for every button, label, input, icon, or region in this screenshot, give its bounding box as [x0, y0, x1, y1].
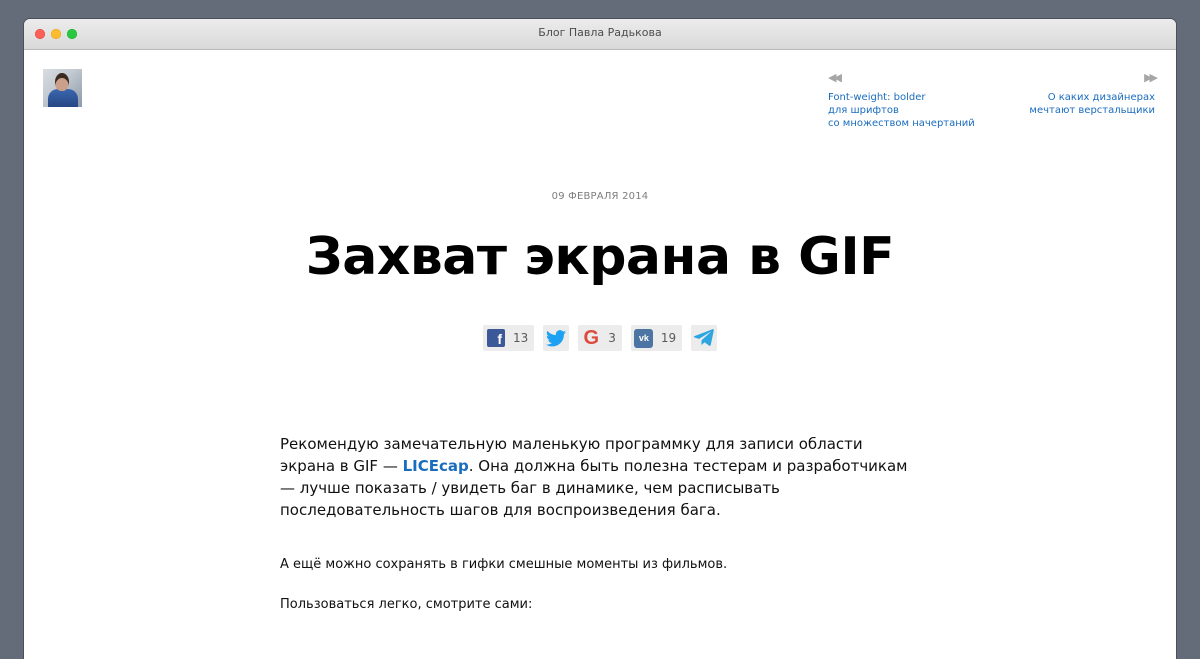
- google-share-count: 3: [608, 331, 616, 345]
- avatar-head: [55, 73, 69, 91]
- vk-icon: vk: [631, 325, 657, 351]
- telegram-share-button[interactable]: [691, 325, 718, 351]
- window-title: Блог Павла Радькова: [538, 26, 662, 39]
- google-share-button[interactable]: G 3: [578, 325, 622, 351]
- licecap-link[interactable]: LICEcap: [403, 457, 469, 475]
- next-post-link[interactable]: О каких дизайнерах мечтают верстальщики: [1029, 91, 1155, 117]
- post-date: 09 ФЕВРАЛЯ 2014: [551, 191, 649, 202]
- author-avatar[interactable]: [43, 69, 82, 107]
- next-post-line-1: О каких дизайнерах: [1047, 92, 1155, 103]
- facebook-icon: f: [483, 325, 509, 351]
- fast-forward-icon[interactable]: ▶▶: [1029, 69, 1158, 91]
- post-title: Захват экрана в GIF: [305, 227, 895, 287]
- telegram-icon: [691, 325, 717, 351]
- vk-share-count: 19: [660, 331, 677, 345]
- previous-post-line-2: для шрифтов: [828, 105, 899, 116]
- facebook-share-count: 13: [513, 331, 529, 345]
- post-body: Рекомендую замечательную маленькую прогр…: [280, 433, 920, 612]
- next-post-line-2: мечтают верстальщики: [1029, 105, 1155, 116]
- previous-post-line-1: Font-weight: bolder: [828, 92, 926, 103]
- post-paragraph-1: Рекомендую замечательную маленькую прогр…: [280, 433, 920, 521]
- google-icon: G: [583, 327, 600, 349]
- post-paragraph-3: Пользоваться легко, смотрите сами:: [280, 597, 533, 612]
- twitter-share-button[interactable]: [543, 325, 570, 351]
- twitter-icon: [543, 325, 569, 351]
- share-bar: f 13 G 3 vk 19: [483, 325, 718, 351]
- facebook-share-button[interactable]: f 13: [483, 325, 535, 351]
- vk-share-button[interactable]: vk 19: [630, 325, 683, 351]
- previous-post-nav: ◀◀ Font-weight: bolder для шрифтов со мн…: [828, 69, 975, 130]
- rewind-icon[interactable]: ◀◀: [828, 69, 975, 91]
- next-post-nav: ▶▶ О каких дизайнерах мечтают верстальщи…: [1029, 69, 1158, 117]
- title-bar: Блог Павла Радькова: [24, 19, 1176, 50]
- post-paragraph-2: А ещё можно сохранять в гифки смешные мо…: [280, 557, 728, 572]
- previous-post-line-3: со множеством начертаний: [828, 118, 975, 129]
- previous-post-link[interactable]: Font-weight: bolder для шрифтов со множе…: [828, 91, 975, 130]
- browser-window: Блог Павла Радькова ◀◀ Font-weight: bold…: [24, 19, 1176, 659]
- avatar-shirt: [48, 89, 78, 107]
